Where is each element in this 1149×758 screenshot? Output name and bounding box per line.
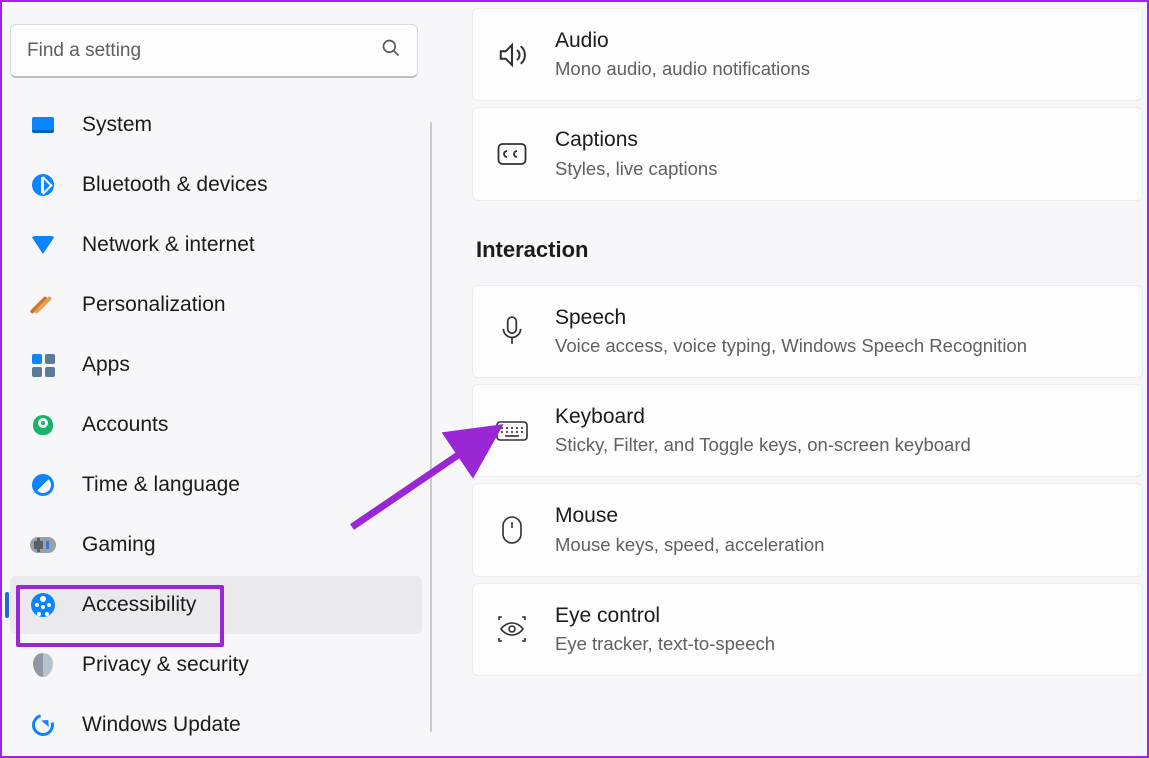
card-desc: Eye tracker, text-to-speech — [555, 632, 775, 657]
sidebar: System Bluetooth & devices Network & int… — [2, 2, 432, 756]
apps-icon — [30, 352, 56, 378]
card-text: Speech Voice access, voice typing, Windo… — [555, 304, 1027, 359]
system-icon — [30, 112, 56, 138]
wifi-icon — [30, 232, 56, 258]
nav-label: Apps — [82, 353, 130, 377]
setting-keyboard[interactable]: Keyboard Sticky, Filter, and Toggle keys… — [472, 384, 1143, 477]
nav-label: Time & language — [82, 473, 240, 497]
nav-accounts[interactable]: Accounts — [10, 396, 422, 454]
card-title: Speech — [555, 304, 1027, 332]
nav-windows-update[interactable]: Windows Update — [10, 696, 422, 754]
nav-accessibility[interactable]: Accessibility — [10, 576, 422, 634]
accessibility-icon — [30, 592, 56, 618]
card-desc: Sticky, Filter, and Toggle keys, on-scre… — [555, 433, 971, 458]
card-text: Keyboard Sticky, Filter, and Toggle keys… — [555, 403, 971, 458]
search-icon — [381, 38, 401, 63]
nav-bluetooth[interactable]: Bluetooth & devices — [10, 156, 422, 214]
card-text: Mouse Mouse keys, speed, acceleration — [555, 502, 824, 557]
keyboard-icon — [495, 414, 529, 448]
brush-icon — [30, 292, 56, 318]
shield-icon — [30, 652, 56, 678]
card-desc: Styles, live captions — [555, 157, 717, 182]
nav-label: Network & internet — [82, 233, 255, 257]
nav-network[interactable]: Network & internet — [10, 216, 422, 274]
card-desc: Voice access, voice typing, Windows Spee… — [555, 334, 1027, 359]
nav-label: Windows Update — [82, 713, 241, 737]
card-title: Eye control — [555, 602, 775, 630]
setting-captions[interactable]: Captions Styles, live captions — [472, 107, 1143, 200]
sidebar-scrollbar[interactable] — [430, 122, 432, 732]
section-interaction: Interaction — [476, 237, 1143, 263]
mouse-icon — [495, 513, 529, 547]
card-title: Audio — [555, 27, 810, 55]
card-title: Captions — [555, 126, 717, 154]
nav-label: Accounts — [82, 413, 168, 437]
card-text: Audio Mono audio, audio notifications — [555, 27, 810, 82]
nav-label: Accessibility — [82, 593, 196, 617]
nav-apps[interactable]: Apps — [10, 336, 422, 394]
nav-label: Gaming — [82, 533, 156, 557]
card-title: Mouse — [555, 502, 824, 530]
nav-system[interactable]: System — [10, 96, 422, 154]
card-title: Keyboard — [555, 403, 971, 431]
nav-personalization[interactable]: Personalization — [10, 276, 422, 334]
nav-gaming[interactable]: Gaming — [10, 516, 422, 574]
setting-mouse[interactable]: Mouse Mouse keys, speed, acceleration — [472, 483, 1143, 576]
card-desc: Mouse keys, speed, acceleration — [555, 533, 824, 558]
setting-eye-control[interactable]: Eye control Eye tracker, text-to-speech — [472, 583, 1143, 676]
nav-privacy[interactable]: Privacy & security — [10, 636, 422, 694]
update-icon — [30, 712, 56, 738]
search-box[interactable] — [10, 24, 418, 78]
captions-icon — [495, 137, 529, 171]
card-text: Captions Styles, live captions — [555, 126, 717, 181]
nav-label: Personalization — [82, 293, 226, 317]
gamepad-icon — [30, 532, 56, 558]
nav-label: Privacy & security — [82, 653, 249, 677]
setting-speech[interactable]: Speech Voice access, voice typing, Windo… — [472, 285, 1143, 378]
setting-audio[interactable]: Audio Mono audio, audio notifications — [472, 8, 1143, 101]
nav-list: System Bluetooth & devices Network & int… — [2, 96, 432, 754]
speaker-icon — [495, 38, 529, 72]
person-icon — [30, 412, 56, 438]
microphone-icon — [495, 314, 529, 348]
nav-label: Bluetooth & devices — [82, 173, 268, 197]
card-text: Eye control Eye tracker, text-to-speech — [555, 602, 775, 657]
bluetooth-icon — [30, 172, 56, 198]
search-wrap — [10, 24, 418, 78]
nav-time-language[interactable]: Time & language — [10, 456, 422, 514]
card-desc: Mono audio, audio notifications — [555, 57, 810, 82]
nav-label: System — [82, 113, 152, 137]
globe-clock-icon — [30, 472, 56, 498]
eye-icon — [495, 612, 529, 646]
search-input[interactable] — [27, 40, 381, 62]
main-content: Audio Mono audio, audio notifications Ca… — [472, 2, 1147, 756]
